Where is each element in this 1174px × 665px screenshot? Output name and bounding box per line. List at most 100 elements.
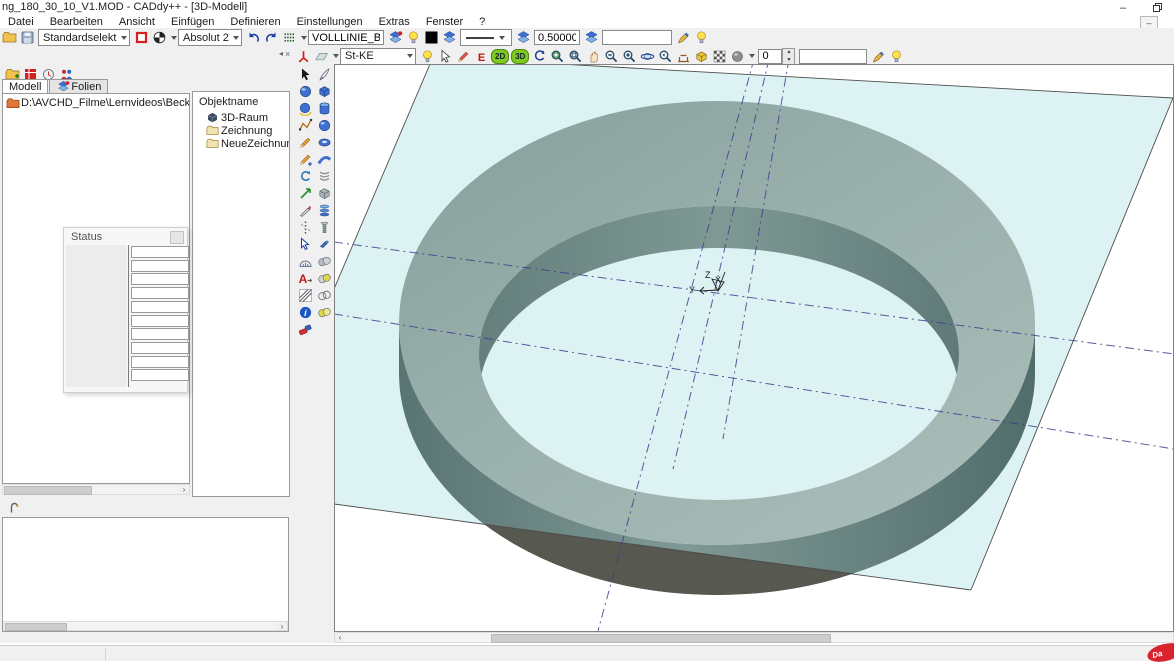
selection-mode-icon[interactable] bbox=[133, 30, 149, 46]
solid-sphere-icon[interactable] bbox=[316, 117, 332, 133]
construction-line-icon[interactable] bbox=[297, 219, 313, 235]
pan-view-icon[interactable] bbox=[585, 48, 601, 64]
fill-brush-icon[interactable] bbox=[870, 48, 886, 64]
object-item-neuezeichnung[interactable]: NeueZeichnung bbox=[193, 137, 289, 150]
render-mode-icon[interactable] bbox=[693, 48, 709, 64]
status-field-5[interactable] bbox=[131, 300, 189, 313]
zoom-window-icon[interactable] bbox=[567, 48, 583, 64]
shade-sphere-icon[interactable] bbox=[297, 83, 313, 99]
mode-2d-button[interactable]: 2D bbox=[491, 48, 510, 64]
orbit-view-icon[interactable] bbox=[639, 48, 655, 64]
coord-mode-combo[interactable]: Absolut 2D bbox=[178, 29, 242, 46]
open-file-icon[interactable] bbox=[1, 30, 17, 46]
cylinder-segment-icon[interactable] bbox=[316, 236, 332, 252]
loft-solid-icon[interactable] bbox=[316, 202, 332, 218]
fill-brush-icon[interactable] bbox=[675, 30, 691, 46]
status-field-2[interactable] bbox=[131, 259, 189, 272]
solid-torus-icon[interactable] bbox=[316, 134, 332, 150]
selection-dd[interactable] bbox=[168, 31, 177, 45]
free-attribute-input[interactable] bbox=[602, 30, 672, 45]
move-tool-icon[interactable] bbox=[297, 185, 313, 201]
linestyle-combo[interactable] bbox=[460, 29, 512, 46]
boolean-intersect-icon[interactable] bbox=[316, 287, 332, 303]
grid-settings-icon[interactable] bbox=[281, 30, 297, 46]
measure-tool-icon[interactable] bbox=[297, 253, 313, 269]
snap-anchor-icon[interactable] bbox=[6, 499, 22, 515]
render-dd[interactable] bbox=[746, 49, 756, 63]
select-pointer-icon[interactable] bbox=[297, 66, 313, 82]
select-settings-icon[interactable] bbox=[437, 48, 453, 64]
boolean-cut-icon[interactable] bbox=[316, 304, 332, 320]
hatch-tool-icon[interactable] bbox=[297, 287, 313, 303]
extrude-solid-icon[interactable] bbox=[316, 185, 332, 201]
undo-icon[interactable] bbox=[245, 30, 261, 46]
width-layers-icon[interactable] bbox=[583, 30, 599, 46]
object-name-panel[interactable]: Objektname 3D-RaumZeichnungNeueZeichnung bbox=[192, 91, 290, 497]
zoom-out-icon[interactable] bbox=[603, 48, 619, 64]
viewport-3d[interactable]: Y Z X bbox=[334, 64, 1174, 632]
color-swatch-icon[interactable] bbox=[423, 30, 439, 46]
render-options-icon[interactable] bbox=[297, 100, 313, 116]
boolean-subtract-icon[interactable] bbox=[316, 270, 332, 286]
boolean-union-icon[interactable] bbox=[316, 253, 332, 269]
grid-dd[interactable] bbox=[298, 31, 307, 45]
status-field-6[interactable] bbox=[131, 314, 189, 327]
menu-help[interactable]: ? bbox=[471, 15, 493, 28]
status-field-8[interactable] bbox=[131, 341, 189, 354]
pattern-fill-icon[interactable] bbox=[711, 48, 727, 64]
message-hscrollbar[interactable]: › bbox=[3, 621, 288, 631]
draw-pencil-icon[interactable] bbox=[297, 134, 313, 150]
workplane-icon[interactable] bbox=[313, 48, 329, 64]
menu-datei[interactable]: Datei bbox=[0, 15, 42, 28]
status-field-9[interactable] bbox=[131, 355, 189, 368]
mode-3d-button[interactable]: 3D bbox=[511, 48, 530, 64]
linestyle-layers-icon[interactable] bbox=[515, 30, 531, 46]
menu-ansicht[interactable]: Ansicht bbox=[111, 15, 163, 28]
menu-einstellungen[interactable]: Einstellungen bbox=[289, 15, 371, 28]
tree-scroll-right-arrow[interactable]: › bbox=[179, 485, 189, 494]
select-by-name-icon[interactable] bbox=[297, 236, 313, 252]
info-tool-icon[interactable]: i bbox=[297, 304, 313, 320]
tree-scroll-thumb[interactable] bbox=[4, 486, 92, 495]
color-layers-icon[interactable] bbox=[441, 30, 457, 46]
status-window[interactable]: Status bbox=[63, 227, 189, 393]
rotate-tool-icon[interactable] bbox=[297, 168, 313, 184]
status-field-7[interactable] bbox=[131, 328, 189, 341]
linewidth-input[interactable] bbox=[534, 30, 580, 45]
freehand-pen-icon[interactable] bbox=[316, 66, 332, 82]
panel-scroll-button[interactable]: ◂ bbox=[279, 49, 283, 59]
save-file-icon[interactable] bbox=[19, 30, 35, 46]
minimize-button[interactable]: – bbox=[1112, 2, 1134, 14]
view-light-icon[interactable] bbox=[888, 48, 904, 64]
zoom-previous-icon[interactable] bbox=[657, 48, 673, 64]
menu-einfgen[interactable]: Einfügen bbox=[163, 15, 222, 28]
status-window-button[interactable] bbox=[170, 231, 184, 244]
polyline-tool-icon[interactable] bbox=[297, 117, 313, 133]
workplane-combo[interactable]: St-KE bbox=[340, 47, 416, 65]
menu-definieren[interactable]: Definieren bbox=[222, 15, 288, 28]
restore-button[interactable] bbox=[1146, 2, 1168, 13]
zoom-in-icon[interactable] bbox=[621, 48, 637, 64]
view-free-input[interactable] bbox=[799, 48, 868, 64]
message-scroll-right-arrow[interactable]: › bbox=[277, 622, 287, 631]
rotate-view-icon[interactable] bbox=[531, 48, 547, 64]
shaded-sphere-icon[interactable] bbox=[729, 48, 745, 64]
layer-spinner[interactable]: ▲▼ bbox=[756, 47, 796, 65]
menu-bearbeiten[interactable]: Bearbeiten bbox=[42, 15, 111, 28]
solid-box-icon[interactable] bbox=[316, 83, 332, 99]
tree-hscrollbar[interactable]: › bbox=[2, 484, 190, 495]
tree-item-project[interactable]: D:\AVCHD_Filme\Lernvideos\BeckerCAD 3D P… bbox=[3, 94, 189, 110]
workplane-dd[interactable] bbox=[330, 49, 339, 63]
zoom-all-icon[interactable] bbox=[549, 48, 565, 64]
viewport-hscrollbar[interactable]: ‹ bbox=[334, 632, 1174, 643]
status-field-10[interactable] bbox=[131, 369, 189, 382]
linetype-layers-icon[interactable] bbox=[387, 30, 403, 46]
tab-modell[interactable]: Modell bbox=[2, 79, 49, 94]
tab-folien[interactable]: Folien bbox=[49, 79, 109, 93]
linetype-input[interactable] bbox=[308, 30, 384, 45]
solid-cylinder-icon[interactable] bbox=[316, 100, 332, 116]
snap-mode-icon[interactable] bbox=[151, 30, 167, 46]
linetype-light-icon[interactable] bbox=[405, 30, 421, 46]
status-field-1[interactable] bbox=[131, 246, 189, 258]
status-field-4[interactable] bbox=[131, 287, 189, 300]
